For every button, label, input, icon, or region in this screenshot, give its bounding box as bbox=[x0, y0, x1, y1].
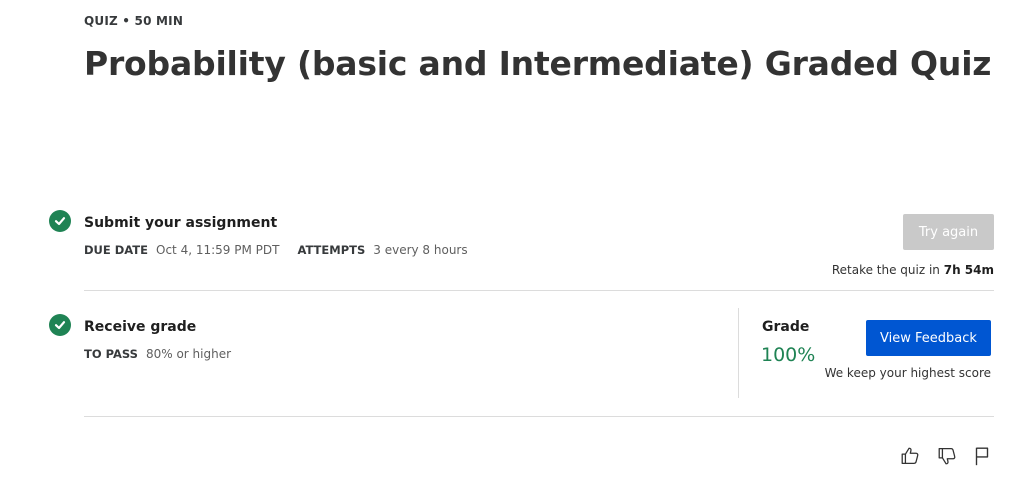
to-pass-value: 80% or higher bbox=[145, 347, 232, 361]
thumbs-down-icon[interactable] bbox=[935, 444, 959, 468]
thumbs-up-icon[interactable] bbox=[898, 444, 922, 468]
due-date-label: DUE DATE bbox=[84, 243, 148, 257]
section-divider bbox=[84, 416, 994, 417]
quiz-eyebrow: QUIZ • 50 MIN bbox=[84, 14, 184, 28]
grade-label: Grade bbox=[762, 319, 810, 335]
check-circle-icon bbox=[49, 210, 71, 232]
try-again-button[interactable]: Try again bbox=[903, 214, 994, 250]
retake-text: Retake the quiz in bbox=[831, 263, 944, 277]
grade-separator bbox=[738, 308, 739, 398]
due-date-value: Oct 4, 11:59 PM PDT bbox=[156, 243, 280, 257]
receive-meta: TO PASS 80% or higher bbox=[84, 347, 249, 361]
section-divider bbox=[84, 290, 994, 291]
receive-grade-title: Receive grade bbox=[84, 319, 197, 335]
retake-countdown: Retake the quiz in 7h 54m bbox=[832, 263, 994, 277]
submit-assignment-title: Submit your assignment bbox=[84, 215, 278, 231]
grade-value: 100% bbox=[761, 344, 816, 366]
check-circle-icon bbox=[49, 314, 71, 336]
retake-time: 7h 54m bbox=[943, 263, 994, 277]
to-pass-label: TO PASS bbox=[84, 347, 138, 361]
submit-meta: DUE DATE Oct 4, 11:59 PM PDT ATTEMPTS 3 … bbox=[84, 243, 486, 257]
page-title: Probability (basic and Intermediate) Gra… bbox=[84, 44, 992, 83]
flag-icon[interactable] bbox=[970, 444, 994, 468]
attempts-label: ATTEMPTS bbox=[297, 243, 366, 257]
view-feedback-button[interactable]: View Feedback bbox=[866, 320, 991, 356]
highest-score-note: We keep your highest score bbox=[824, 366, 991, 380]
attempts-value: 3 every 8 hours bbox=[373, 243, 468, 257]
